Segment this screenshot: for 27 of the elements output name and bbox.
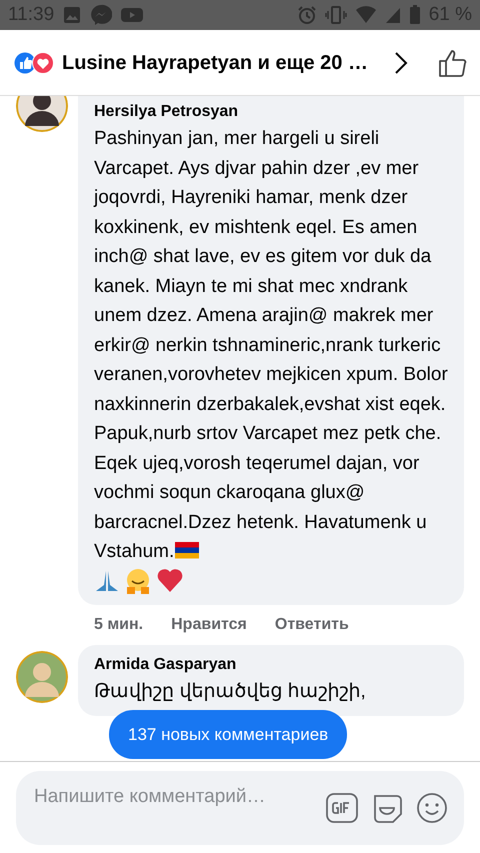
vibrate-icon (324, 5, 347, 25)
comment-text: Pashinyan jan, mer hargeli u sireli Varcapet. Ays djvar pahin dzer ,ev mer joqovrdi, Hayreniki hamar, menk dzer koxkinenk, ev mishtenk eqel. Es amen inch@ shat lave, ev es gitem vor duk da kanek. Miayn te mi shat mec xndrank unem dzez. Amena arajin@ makrek mer erkir@ nerkin tshnamineric,nrank turkeric veranen,vorovhetev mejkicen xpum. Bolor naxkinnerin dzerbakalek,evshat xist eqek. Papuk,nurb srtov Varcapet mez petk che. Eqek ujeq,vorosh teqerumel dajan, vor vochmi soqun ckaroqana glux@ barcracnel.Dzez hetenk. Havatumenk u Vstahum. (94, 127, 448, 564)
image-icon (62, 5, 82, 25)
battery-icon (408, 5, 421, 25)
comment-time: 5 мин. (94, 614, 144, 634)
comment-text: Թավիշը վերածվեց հաշիշի, (94, 680, 367, 704)
heart-icon (156, 568, 184, 594)
avatar (16, 650, 68, 702)
signal-icon (384, 6, 401, 24)
emoji-icon[interactable] (416, 792, 448, 824)
comment-box[interactable]: Напишите комментарий… (16, 771, 464, 845)
play-icon (120, 5, 144, 25)
comment-author[interactable]: Armida Gasparyan (94, 652, 448, 676)
flag-icon (174, 540, 200, 560)
new-comments-button[interactable]: 137 новых комментариев (109, 710, 348, 759)
messenger-icon (90, 4, 112, 26)
comment-author[interactable]: Hersilya Petrosyan (94, 100, 448, 124)
hugging-emoji-icon (124, 566, 152, 594)
reactions-summary[interactable]: Lusine Hayrapetyan и еще 20 … (62, 48, 382, 78)
wifi-icon (354, 6, 377, 24)
alarm-icon (296, 5, 317, 25)
like-link[interactable]: Нравится (171, 612, 247, 636)
love-reaction-icon (32, 52, 54, 74)
comment-field[interactable]: Напишите комментарий… (32, 782, 314, 834)
gif-icon[interactable] (326, 793, 358, 823)
thumbs-up-icon[interactable] (438, 48, 468, 78)
reply-link[interactable]: Ответить (274, 612, 349, 636)
